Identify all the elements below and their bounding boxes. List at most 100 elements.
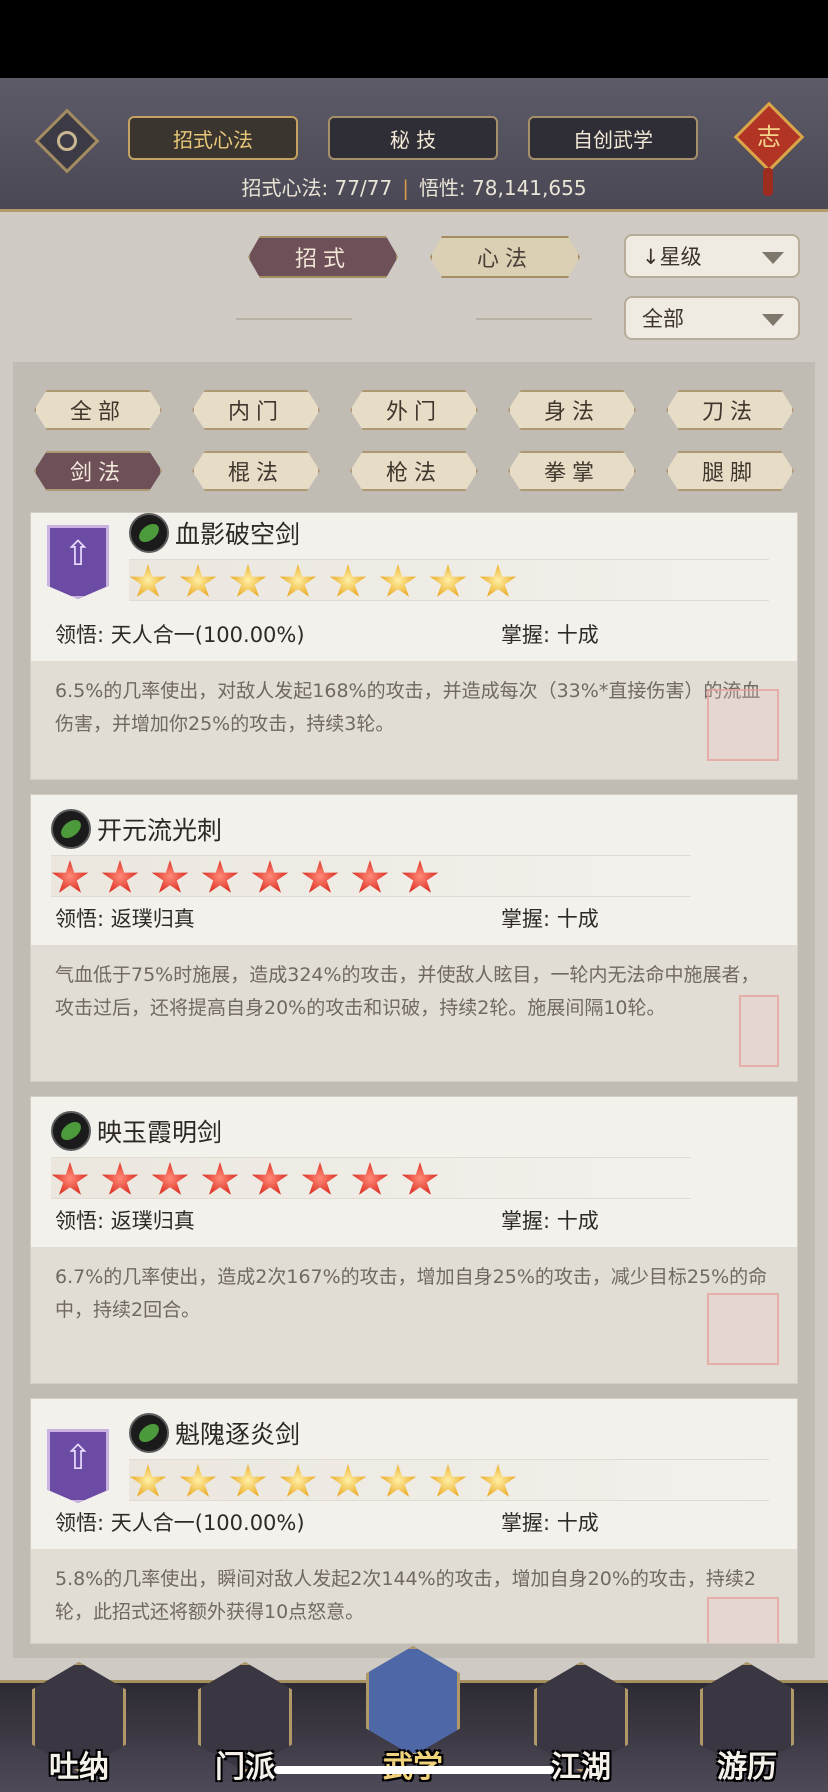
star-icon <box>251 1162 289 1195</box>
comprehension-text: 领悟: 返璞归真 <box>55 1209 195 1233</box>
skill-card[interactable]: 血影破空剑 领悟: 天人合一(100.00%) 掌握: 十成 6.5%的几率使出… <box>30 512 798 780</box>
mastery-text: 掌握: 十成 <box>501 1511 599 1535</box>
star-icon <box>279 564 317 597</box>
chevron-down-icon <box>762 314 784 326</box>
skill-title: 魁隗逐炎剑 <box>175 1420 301 1449</box>
star-icon <box>351 1162 389 1195</box>
skill-description-text: 6.5%的几率使出，对敌人发起168%的攻击，并造成每次（33%*直接伤害）的流… <box>55 680 761 735</box>
seal-stamp <box>739 995 779 1067</box>
mastery-text: 掌握: 十成 <box>501 907 599 931</box>
star-icon <box>179 564 217 597</box>
star-icon <box>329 1464 367 1497</box>
stats-separator: | <box>402 176 409 200</box>
skill-type-icon <box>129 1413 169 1453</box>
comprehension-text: 领悟: 天人合一(100.00%) <box>55 1511 305 1535</box>
techniques-count: 招式心法: 77/77 <box>241 176 393 200</box>
filter-fist-palm[interactable]: 拳掌 <box>508 451 636 491</box>
skill-title: 映玉霞明剑 <box>97 1118 223 1147</box>
filter-leg[interactable]: 腿脚 <box>666 451 794 491</box>
skill-card[interactable]: 魁隗逐炎剑 领悟: 天人合一(100.00%) 掌握: 十成 5.8%的几率使出… <box>30 1398 798 1644</box>
filter-all[interactable]: 全部 <box>34 390 162 430</box>
star-icon <box>151 860 189 893</box>
nav-item-breathing[interactable]: 吐纳 <box>24 1662 134 1790</box>
star-icon <box>101 860 139 893</box>
nav-label: 吐纳 <box>49 1750 109 1785</box>
segment-moves[interactable]: 招式 <box>248 236 398 278</box>
star-icon <box>401 1162 439 1195</box>
star-icon <box>379 564 417 597</box>
comprehension-text: 领悟: 返璞归真 <box>55 907 195 931</box>
filter-inner-sect[interactable]: 内门 <box>192 390 320 430</box>
skill-type-icon <box>51 1111 91 1151</box>
star-icon <box>301 860 339 893</box>
skill-description: 6.5%的几率使出，对敌人发起168%的攻击，并造成每次（33%*直接伤害）的流… <box>31 661 797 779</box>
skill-description-text: 气血低于75%时施展，造成324%的攻击，并使敌人眩目，一轮内无法命中施展者，攻… <box>55 964 760 1019</box>
star-icon <box>429 1464 467 1497</box>
ornament-line-right <box>476 318 592 320</box>
filter-spear[interactable]: 枪法 <box>350 451 478 491</box>
skill-description: 气血低于75%时施展，造成324%的攻击，并使敌人眩目，一轮内无法命中施展者，攻… <box>31 945 797 1081</box>
sort-dropdown-value: ↓星级 <box>642 245 702 269</box>
seal-stamp <box>707 689 779 761</box>
skill-title: 血影破空剑 <box>175 520 301 549</box>
mastery-text: 掌握: 十成 <box>501 1209 599 1233</box>
filter-staff[interactable]: 棍法 <box>192 451 320 491</box>
skill-title: 开元流光刺 <box>97 816 223 845</box>
filter-outer-sect[interactable]: 外门 <box>350 390 478 430</box>
segment-methods[interactable]: 心法 <box>430 236 580 278</box>
star-icon <box>129 1464 167 1497</box>
star-icon <box>229 1464 267 1497</box>
scope-dropdown-value: 全部 <box>642 307 684 331</box>
star-icon <box>51 860 89 893</box>
upgrade-badge-icon <box>47 1429 109 1503</box>
star-icon <box>179 1464 217 1497</box>
star-icon <box>479 1464 517 1497</box>
star-icon <box>279 1464 317 1497</box>
star-icon <box>229 564 267 597</box>
filter-blade[interactable]: 刀法 <box>666 390 794 430</box>
nav-label: 武学 <box>358 1742 468 1786</box>
upgrade-badge-icon <box>47 525 109 599</box>
nav-label: 江湖 <box>551 1750 611 1785</box>
scope-dropdown[interactable]: 全部 <box>624 296 800 340</box>
star-rating <box>129 1459 769 1501</box>
skill-description-text: 6.7%的几率使出，造成2次167%的攻击，增加自身25%的攻击，减少目标25%… <box>55 1266 768 1321</box>
will-charm-label: 志 <box>757 123 781 151</box>
header-stats: 招式心法: 77/77 | 悟性: 78,141,655 <box>0 172 828 201</box>
star-icon <box>101 1162 139 1195</box>
star-icon <box>329 564 367 597</box>
skill-description: 6.7%的几率使出，造成2次167%的攻击，增加自身25%的攻击，减少目标25%… <box>31 1247 797 1383</box>
star-icon <box>201 860 239 893</box>
nav-item-martial[interactable]: 武学 <box>358 1646 468 1785</box>
tab-secret-skills[interactable]: 秘 技 <box>328 116 498 160</box>
skill-card[interactable]: 映玉霞明剑 领悟: 返璞归真 掌握: 十成 6.7%的几率使出，造成2次167%… <box>30 1096 798 1384</box>
skill-description: 5.8%的几率使出，瞬间对敌人发起2次144%的攻击，增加自身20%的攻击，持续… <box>31 1549 797 1643</box>
skill-type-icon <box>51 809 91 849</box>
star-icon <box>401 860 439 893</box>
nav-item-travel[interactable]: 游历 <box>692 1662 802 1790</box>
skill-type-icon <box>129 513 169 553</box>
skill-description-text: 5.8%的几率使出，瞬间对敌人发起2次144%的攻击，增加自身20%的攻击，持续… <box>55 1568 756 1623</box>
star-icon <box>201 1162 239 1195</box>
star-icon <box>429 564 467 597</box>
martial-book-icon <box>366 1646 460 1756</box>
status-bar-area <box>0 0 828 78</box>
star-icon <box>251 860 289 893</box>
tab-moves-techniques[interactable]: 招式心法 <box>128 116 298 160</box>
sort-dropdown[interactable]: ↓星级 <box>624 234 800 278</box>
star-icon <box>129 564 167 597</box>
star-icon <box>51 1162 89 1195</box>
filter-movement[interactable]: 身法 <box>508 390 636 430</box>
seal-stamp <box>707 1293 779 1365</box>
seal-stamp <box>707 1597 779 1643</box>
filter-sword[interactable]: 剑法 <box>34 451 162 491</box>
home-indicator[interactable] <box>274 1766 554 1774</box>
star-icon <box>351 860 389 893</box>
star-icon <box>479 564 517 597</box>
comprehension-text: 领悟: 天人合一(100.00%) <box>55 623 305 647</box>
ornament-line-left <box>236 318 352 320</box>
tab-self-created[interactable]: 自创武学 <box>528 116 698 160</box>
nav-label: 游历 <box>717 1750 777 1785</box>
mastery-text: 掌握: 十成 <box>501 623 599 647</box>
skill-card[interactable]: 开元流光刺 领悟: 返璞归真 掌握: 十成 气血低于75%时施展，造成324%的… <box>30 794 798 1082</box>
